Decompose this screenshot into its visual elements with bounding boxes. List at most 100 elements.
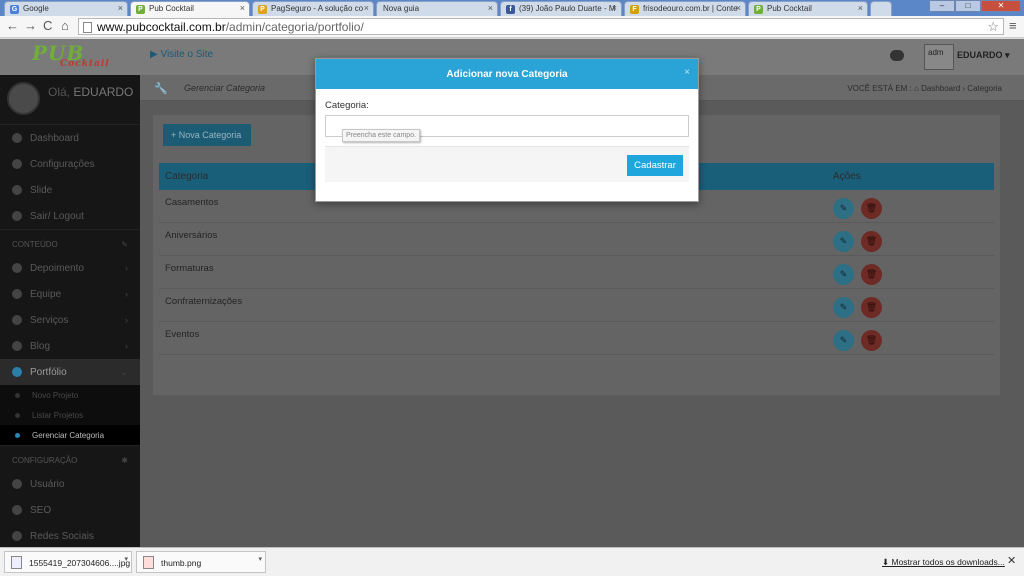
bullet-icon bbox=[15, 433, 20, 438]
logo-subtext: Cocktail bbox=[60, 59, 110, 69]
visit-site-link[interactable]: ▶ Visite o Site bbox=[150, 49, 213, 60]
browser-tab[interactable]: G Google × bbox=[4, 1, 128, 16]
sidebar-item-label: Configurações bbox=[30, 159, 95, 170]
minimize-window-button[interactable]: – bbox=[929, 0, 955, 12]
chat-icon[interactable] bbox=[890, 50, 904, 61]
sidebar-item-portfolio[interactable]: Portfólio ⌄ bbox=[0, 359, 140, 385]
browser-tab[interactable]: Nova guia × bbox=[376, 1, 498, 16]
show-all-label: Mostrar todos os downloads... bbox=[891, 557, 1005, 567]
close-icon[interactable]: × bbox=[684, 67, 690, 78]
validation-tooltip: Preencha este campo. bbox=[342, 129, 421, 142]
browser-tab-bar: G Google × P Pub Cocktail × P PagSeguro - A s… bbox=[0, 0, 1024, 16]
tab-close-icon[interactable]: × bbox=[364, 3, 369, 13]
tab-close-icon[interactable]: × bbox=[612, 3, 617, 13]
category-name: Casamentos bbox=[165, 197, 219, 208]
show-all-downloads-link[interactable]: ⬇ Mostrar todos os downloads... bbox=[882, 557, 1005, 568]
sidebar-item-seo[interactable]: SEO bbox=[0, 497, 140, 523]
browser-tab[interactable]: f (39) João Paulo Duarte - M × bbox=[500, 1, 622, 16]
breadcrumb[interactable]: VOCÊ ESTÁ EM : ⌂ Dashboard › Categoria bbox=[847, 84, 1002, 93]
sidebar-subitem-gerenciar-categoria[interactable]: Gerenciar Categoria bbox=[0, 425, 140, 445]
sidebar-item-slide[interactable]: Slide bbox=[0, 177, 140, 203]
trash-icon[interactable]: 🗑 bbox=[861, 297, 882, 318]
tab-close-icon[interactable]: × bbox=[488, 3, 493, 13]
sidebar-item-depoimento[interactable]: Depoimento › bbox=[0, 255, 140, 281]
greeting: Olá, EDUARDO bbox=[48, 85, 133, 99]
pubcocktail-favicon-icon: P bbox=[136, 5, 145, 14]
modal-footer: Cadastrar bbox=[325, 146, 689, 182]
user-avatar[interactable]: adm bbox=[924, 44, 954, 70]
tab-close-icon[interactable]: × bbox=[240, 3, 245, 13]
sidebar-item-label: Redes Sociais bbox=[30, 531, 94, 542]
column-header-acoes: Ações bbox=[833, 171, 861, 182]
browser-tab[interactable]: P Pub Cocktail × bbox=[748, 1, 868, 16]
chevron-down-icon[interactable]: ▾ bbox=[258, 555, 262, 563]
sidebar-subitem-listar-projetos[interactable]: Listar Projetos bbox=[0, 405, 140, 425]
forward-icon[interactable]: → bbox=[24, 19, 37, 33]
trash-icon[interactable]: 🗑 bbox=[861, 231, 882, 252]
sidebar-item-equipe[interactable]: Equipe › bbox=[0, 281, 140, 307]
user-menu[interactable]: EDUARDO ▾ bbox=[957, 50, 1010, 61]
edit-icon[interactable]: ✎ bbox=[833, 231, 854, 252]
new-tab-button[interactable] bbox=[870, 1, 892, 16]
bookmark-star-icon[interactable]: ☆ bbox=[987, 19, 999, 35]
tab-title: Google bbox=[23, 4, 49, 13]
browser-tab[interactable]: P PagSeguro - A solução co × bbox=[252, 1, 374, 16]
new-category-button[interactable]: + Nova Categoria bbox=[163, 124, 251, 146]
trash-icon[interactable]: 🗑 bbox=[861, 264, 882, 285]
sidebar-item-blog[interactable]: Blog › bbox=[0, 333, 140, 359]
sidebar-item-dashboard[interactable]: Dashboard bbox=[0, 125, 140, 151]
modal-header: Adicionar nova Categoria × bbox=[316, 59, 698, 89]
subitem-label: Listar Projetos bbox=[32, 411, 84, 420]
close-window-button[interactable]: ✕ bbox=[981, 0, 1021, 12]
gear-icon: ✱ bbox=[121, 456, 128, 465]
download-item[interactable]: 1555419_207304606....jpg ▾ bbox=[4, 551, 132, 573]
chevron-down-icon[interactable]: ▾ bbox=[124, 555, 128, 563]
reload-icon[interactable]: C bbox=[43, 19, 52, 33]
sidebar-subitem-novo-projeto[interactable]: Novo Projeto bbox=[0, 385, 140, 405]
tab-close-icon[interactable]: × bbox=[736, 3, 741, 13]
image-file-icon bbox=[143, 556, 154, 569]
subitem-label: Novo Projeto bbox=[32, 391, 79, 400]
gear-icon bbox=[12, 159, 22, 169]
column-header-categoria: Categoria bbox=[165, 171, 209, 182]
tab-close-icon[interactable]: × bbox=[118, 3, 123, 13]
share-icon bbox=[12, 531, 22, 541]
site-logo[interactable]: PUB Cocktail bbox=[32, 41, 109, 73]
section-label: CONFIGURAÇÃO bbox=[12, 456, 78, 465]
tab-title: Pub Cocktail bbox=[149, 4, 194, 13]
sidebar-item-label: Serviços bbox=[30, 315, 69, 326]
facebook-favicon-icon: f bbox=[506, 5, 515, 14]
trash-icon[interactable]: 🗑 bbox=[861, 198, 882, 219]
browser-toolbar: ← → C ⌂ www.pubcocktail.com.br/admin/cat… bbox=[0, 16, 1024, 38]
maximize-window-button[interactable]: □ bbox=[955, 0, 981, 12]
sidebar-item-redes-sociais[interactable]: Redes Sociais bbox=[0, 523, 140, 547]
edit-icon[interactable]: ✎ bbox=[833, 264, 854, 285]
download-item[interactable]: thumb.png ▾ bbox=[136, 551, 266, 573]
sidebar-item-usuario[interactable]: Usuário bbox=[0, 471, 140, 497]
trash-icon[interactable]: 🗑 bbox=[861, 330, 882, 351]
google-favicon-icon: G bbox=[10, 5, 19, 14]
address-bar[interactable]: www.pubcocktail.com.br/admin/categoria/p… bbox=[78, 18, 1004, 35]
browser-tab[interactable]: Ffrisodeouro.com.br | Conte × bbox=[624, 1, 746, 16]
sidebar-item-label: Usuário bbox=[30, 479, 65, 490]
tab-close-icon[interactable]: × bbox=[858, 3, 863, 13]
greeting-label: Olá, bbox=[48, 85, 71, 99]
browser-tab-active[interactable]: P Pub Cocktail × bbox=[130, 1, 250, 16]
sidebar-section-content: CONTEÚDO ✎ bbox=[0, 229, 140, 255]
sidebar: Olá, EDUARDO Dashboard Configurações Sli… bbox=[0, 75, 140, 547]
close-icon[interactable]: ✕ bbox=[1007, 554, 1016, 567]
edit-icon[interactable]: ✎ bbox=[833, 198, 854, 219]
sidebar-item-servicos[interactable]: Serviços › bbox=[0, 307, 140, 333]
cadastrar-button[interactable]: Cadastrar bbox=[627, 155, 683, 176]
home-icon[interactable]: ⌂ bbox=[61, 19, 69, 33]
browser-menu-icon[interactable]: ≡ bbox=[1009, 18, 1017, 33]
edit-icon[interactable]: ✎ bbox=[833, 297, 854, 318]
edit-icon[interactable]: ✎ bbox=[833, 330, 854, 351]
back-icon[interactable]: ← bbox=[6, 19, 19, 33]
sidebar-item-label: Sair/ Logout bbox=[30, 211, 84, 222]
sidebar-item-configuracoes[interactable]: Configurações bbox=[0, 151, 140, 177]
sidebar-item-label: Depoimento bbox=[30, 263, 84, 274]
tab-title: (39) João Paulo Duarte - M bbox=[519, 4, 616, 13]
sidebar-item-label: Portfólio bbox=[30, 367, 67, 378]
sidebar-item-logout[interactable]: Sair/ Logout bbox=[0, 203, 140, 229]
